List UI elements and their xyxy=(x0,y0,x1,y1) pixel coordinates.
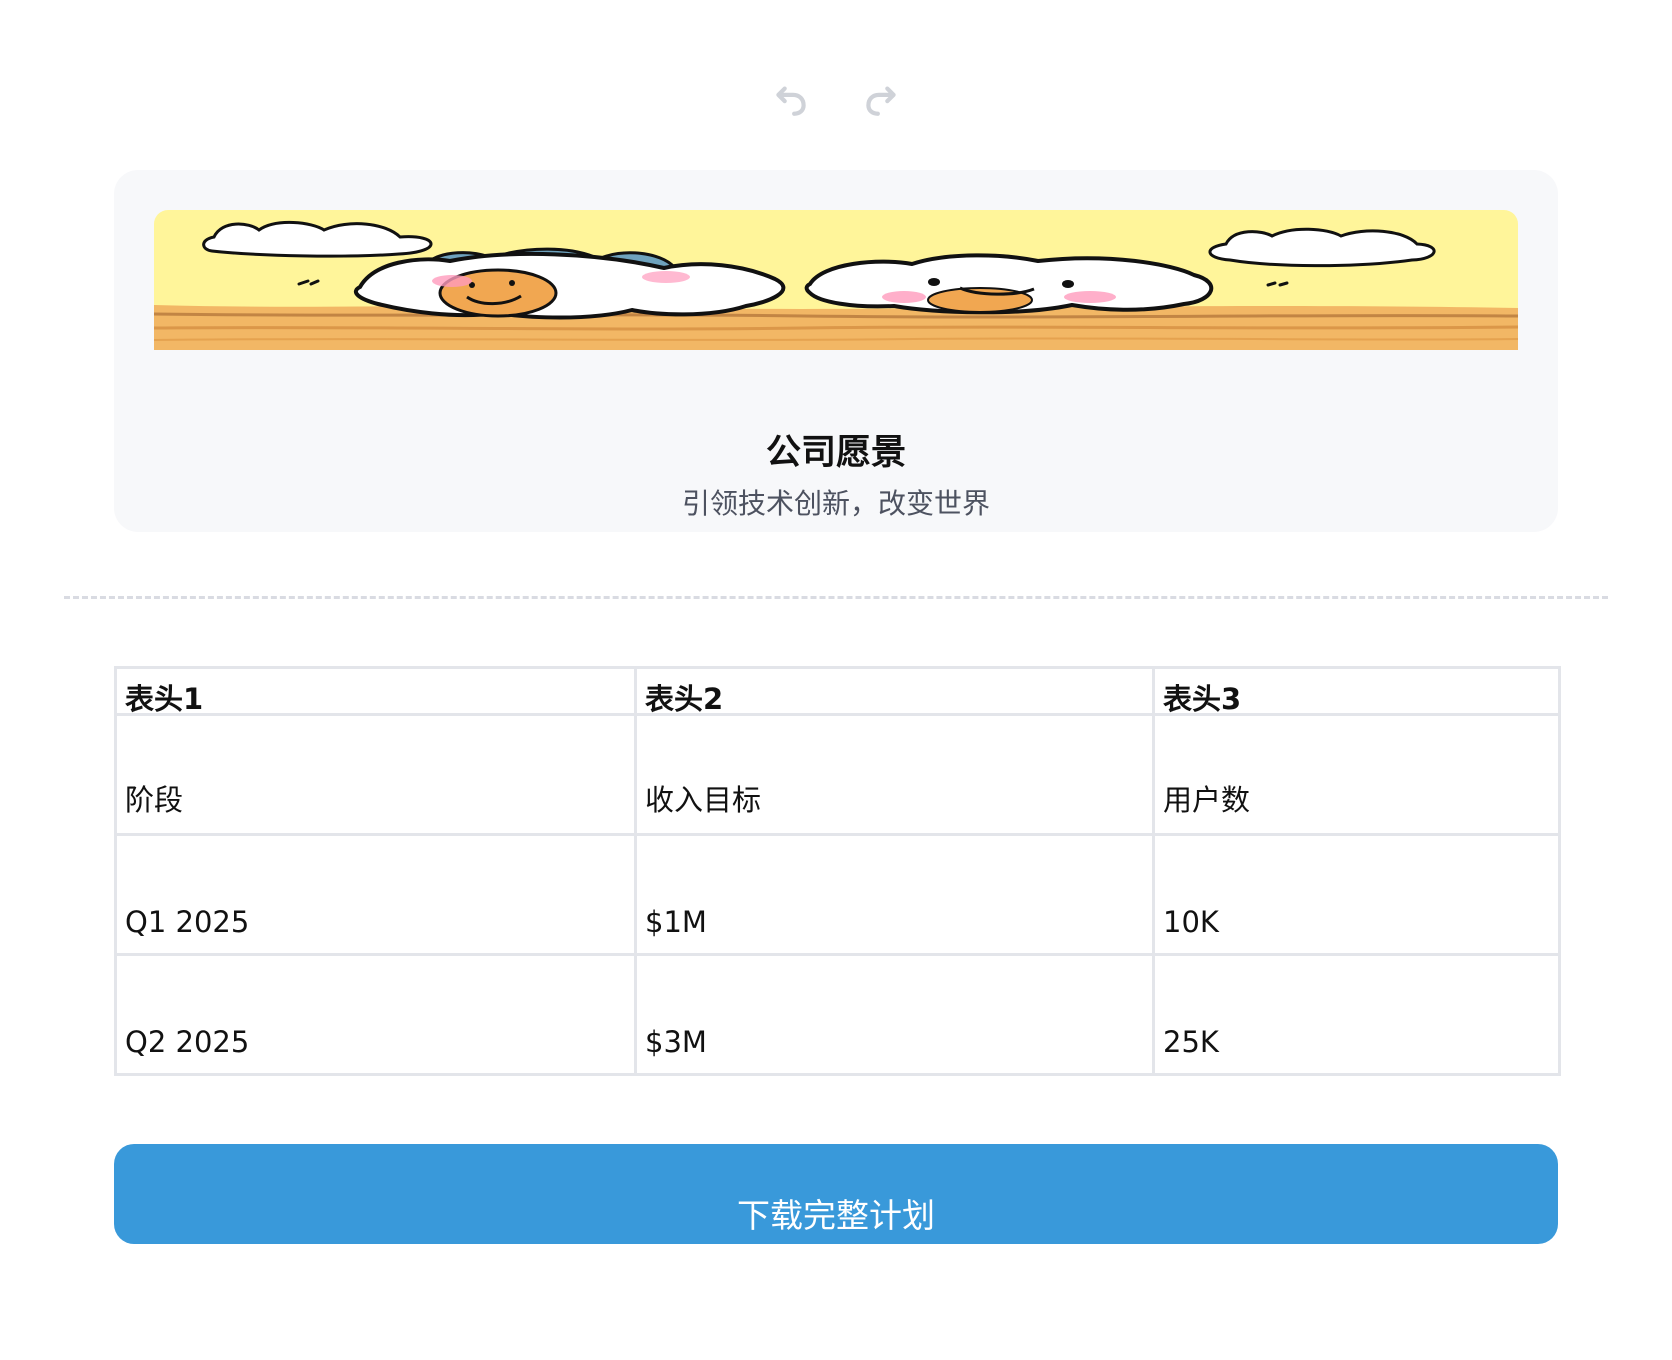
page-canvas: 公司愿景 引领技术创新，改变世界 表头1 表头2 表头3 阶段 收入目标 用户数… xyxy=(0,0,1672,1360)
redo-button[interactable] xyxy=(855,72,907,124)
table-header-cell: 表头3 xyxy=(1152,666,1561,716)
table-row: 阶段 收入目标 用户数 xyxy=(114,713,1561,836)
table-cell: $1M xyxy=(634,833,1155,956)
table-cell: 用户数 xyxy=(1152,713,1561,836)
table-header-cell: 表头1 xyxy=(114,666,637,716)
table-cell: Q1 2025 xyxy=(114,833,637,956)
banner-illustration xyxy=(154,210,1518,350)
vision-subtitle: 引领技术创新，改变世界 xyxy=(681,487,990,520)
history-toolbar xyxy=(0,72,1672,124)
plan-table-container: 表头1 表头2 表头3 阶段 收入目标 用户数 Q1 2025 $1M 10K … xyxy=(114,666,1561,1076)
undo-button[interactable] xyxy=(765,72,817,124)
table-row: Q1 2025 $1M 10K xyxy=(114,833,1561,956)
download-plan-button[interactable]: 下载完整计划 xyxy=(114,1144,1558,1244)
table-cell: 收入目标 xyxy=(634,713,1155,836)
table-header-row: 表头1 表头2 表头3 xyxy=(114,666,1561,716)
table-cell: $3M xyxy=(634,953,1155,1076)
vision-card: 公司愿景 引领技术创新，改变世界 xyxy=(114,170,1558,532)
undo-icon xyxy=(776,86,806,116)
section-divider xyxy=(64,596,1608,599)
vision-title: 公司愿景 xyxy=(765,433,906,474)
table-cell: 阶段 xyxy=(114,713,637,836)
table-row: Q2 2025 $3M 25K xyxy=(114,953,1561,1076)
redo-icon xyxy=(866,86,896,116)
cartoon-animals-banner xyxy=(154,210,1518,350)
table-cell: 10K xyxy=(1152,833,1561,956)
table-header-cell: 表头2 xyxy=(634,666,1155,716)
table-cell: 25K xyxy=(1152,953,1561,1076)
table-cell: Q2 2025 xyxy=(114,953,637,1076)
plan-table: 表头1 表头2 表头3 阶段 收入目标 用户数 Q1 2025 $1M 10K … xyxy=(114,666,1561,1076)
